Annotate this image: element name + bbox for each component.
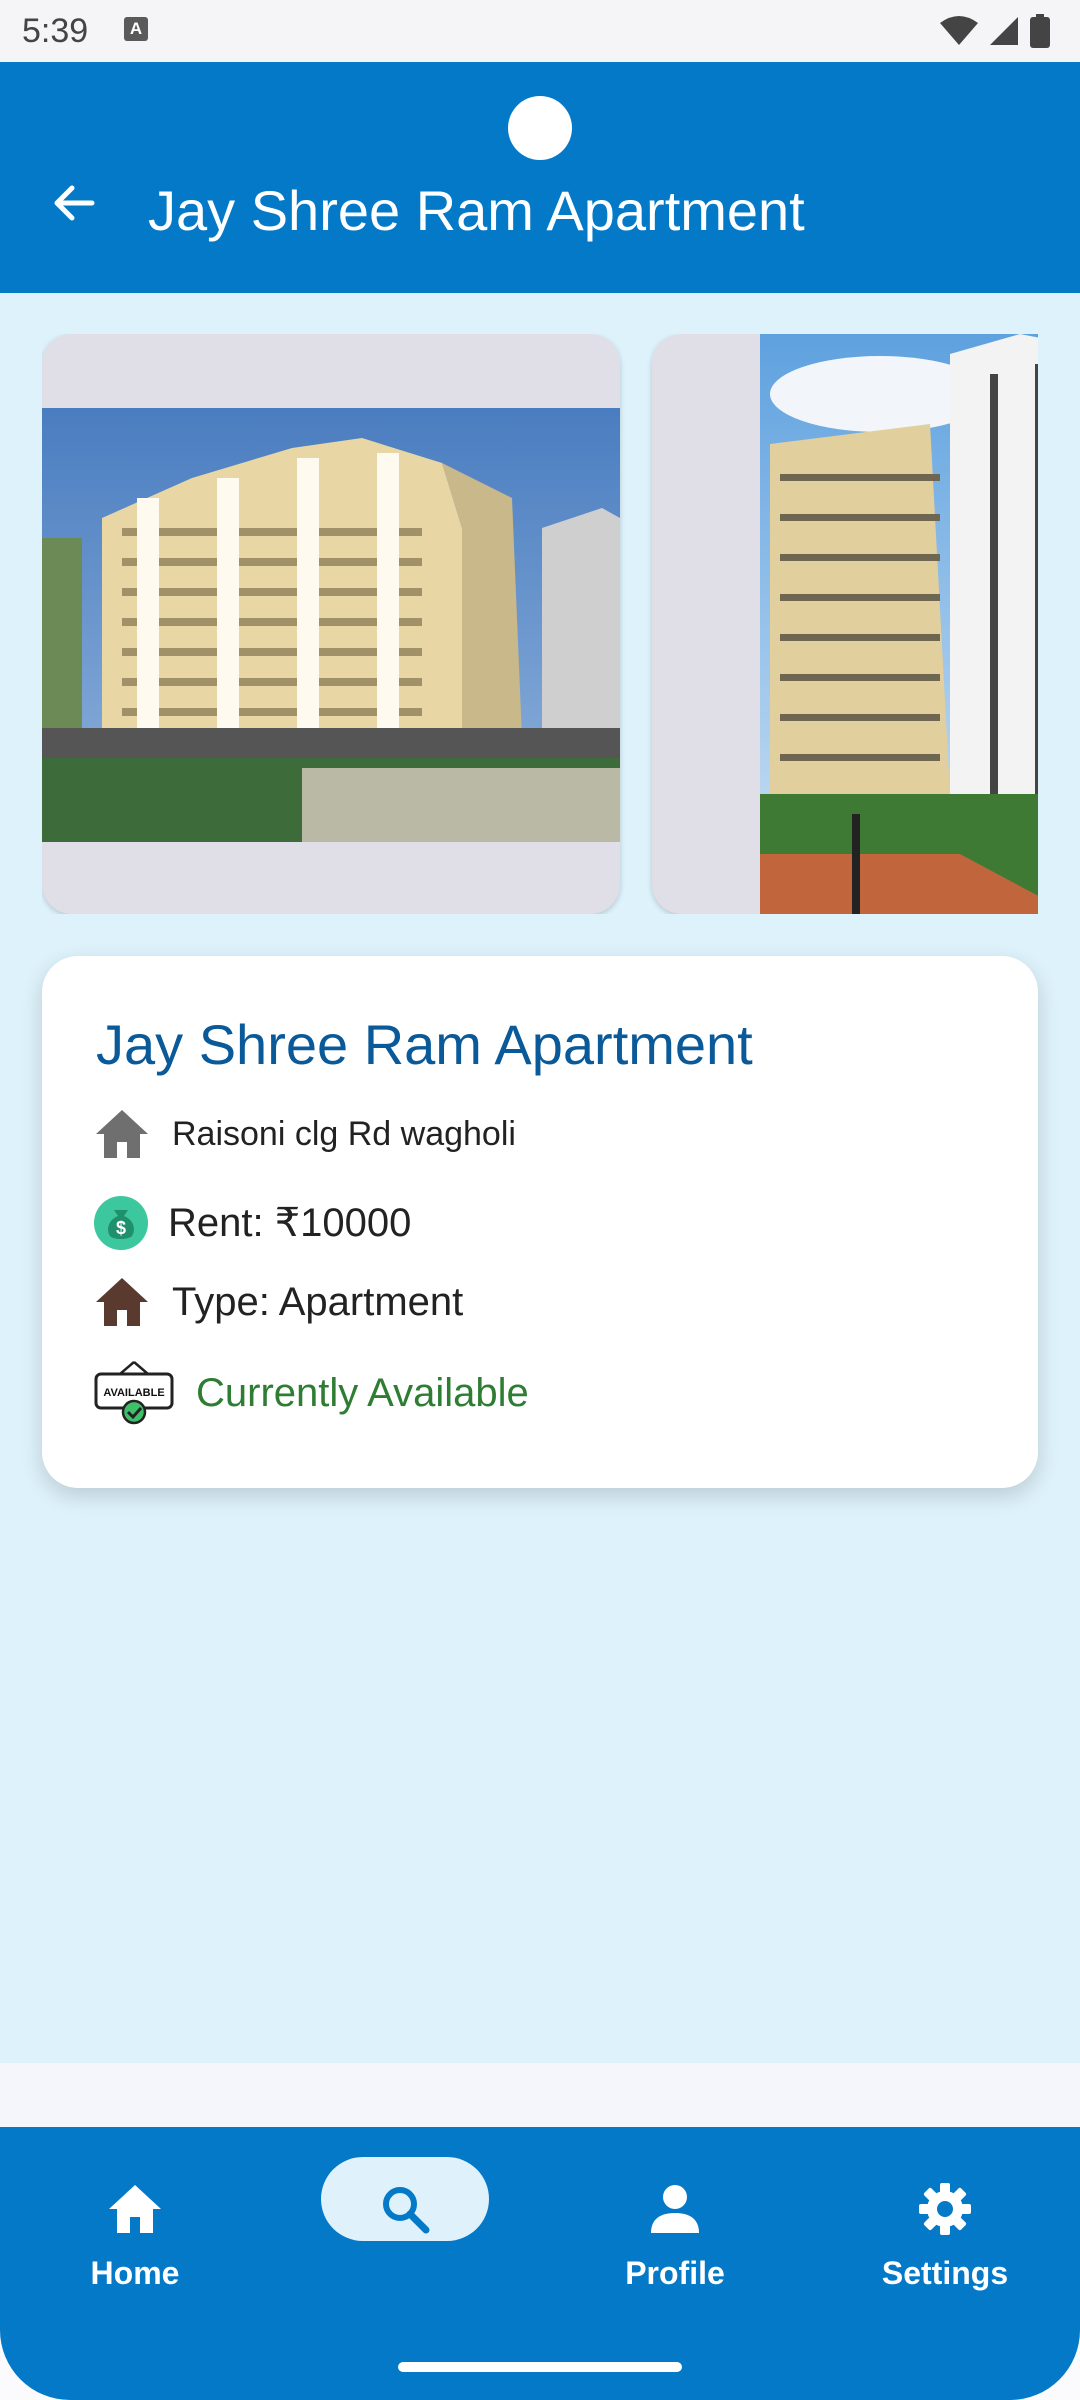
svg-text:$: $ <box>116 1218 126 1238</box>
apartment-photo-1 <box>42 408 620 842</box>
apartment-photo-2 <box>760 334 1038 914</box>
signal-icon <box>990 17 1018 45</box>
wifi-icon <box>940 16 978 45</box>
status-bar: 5:39 A <box>0 0 1080 62</box>
available-sign-icon: AVAILABLE <box>94 1361 174 1425</box>
nav-item-home[interactable]: Home <box>0 2127 270 2327</box>
back-button[interactable] <box>42 171 106 235</box>
property-type: Type: Apartment <box>172 1279 464 1324</box>
screen: 5:39 A Jay Shree Ram Apartment Jay Shree… <box>0 0 1080 2400</box>
nav-label-profile: Profile <box>625 2255 725 2291</box>
property-rent: Rent: ₹10000 <box>168 1201 412 1245</box>
bottom-navigation: Home Profile Settings <box>0 2127 1080 2400</box>
status-icons <box>940 14 1050 48</box>
property-detail-card: Jay Shree Ram Apartment Raisoni clg Rd w… <box>42 956 1038 1488</box>
content-footer-strip <box>0 2063 1080 2127</box>
type-row: Type: Apartment <box>94 1276 463 1328</box>
availability-row: AVAILABLE Currently Available <box>94 1360 529 1426</box>
property-name: Jay Shree Ram Apartment <box>96 1013 753 1076</box>
availability-status: Currently Available <box>196 1370 529 1415</box>
image-carousel[interactable] <box>42 334 1038 914</box>
home-icon <box>96 1110 148 1158</box>
person-icon <box>635 2169 715 2249</box>
nav-label-home: Home <box>90 2255 180 2291</box>
property-address: Raisoni clg Rd wagholi <box>172 1114 516 1153</box>
carousel-card-1[interactable] <box>42 334 620 914</box>
home-indicator[interactable] <box>398 2362 682 2372</box>
nav-item-profile[interactable]: Profile <box>540 2127 810 2327</box>
page-title: Jay Shree Ram Apartment <box>148 179 805 242</box>
notification-icon: A <box>124 17 148 41</box>
house-icon <box>96 1278 148 1326</box>
nav-item-search[interactable] <box>270 2127 540 2327</box>
nav-item-settings[interactable]: Settings <box>810 2127 1080 2327</box>
battery-icon <box>1030 14 1050 48</box>
available-badge-text: AVAILABLE <box>103 1387 164 1399</box>
carousel-card-2[interactable] <box>652 334 1038 914</box>
arrow-left-icon <box>54 185 95 221</box>
camera-cutout <box>508 96 572 160</box>
rent-row: $ Rent: ₹10000 <box>94 1196 411 1250</box>
money-bag-icon: $ <box>94 1196 148 1250</box>
nav-label-settings: Settings <box>881 2255 1009 2291</box>
gear-icon <box>905 2169 985 2249</box>
search-icon <box>365 2169 445 2249</box>
status-time: 5:39 <box>22 12 89 50</box>
home-icon <box>95 2169 175 2249</box>
address-row: Raisoni clg Rd wagholi <box>94 1108 516 1160</box>
